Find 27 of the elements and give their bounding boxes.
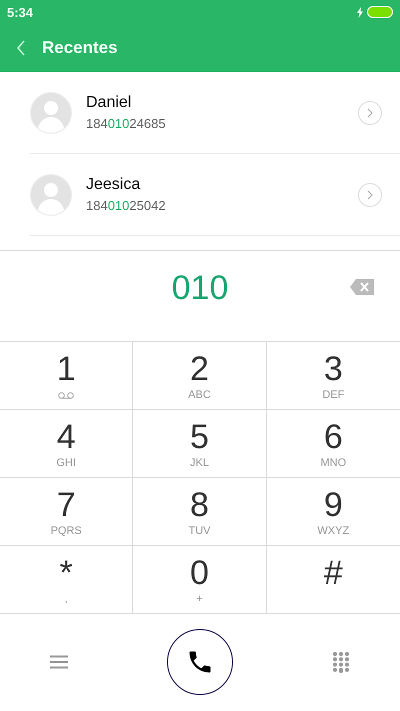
header-title: Recentes xyxy=(42,38,118,58)
battery-icon xyxy=(367,6,393,18)
chevron-icon xyxy=(367,190,373,200)
backspace-icon[interactable] xyxy=(350,279,374,295)
dial-key[interactable]: 2 ABC xyxy=(133,342,267,410)
details-button[interactable] xyxy=(358,100,382,124)
details-button[interactable] xyxy=(358,182,382,206)
dialed-number: 010 xyxy=(172,268,228,308)
dial-key[interactable]: 7 PQRS xyxy=(0,478,134,546)
dial-key[interactable]: 5 JKL xyxy=(133,410,267,478)
contact-name: Daniel xyxy=(86,94,132,112)
avatar-icon xyxy=(30,174,72,216)
voicemail-icon xyxy=(58,392,74,399)
dialpad-icon[interactable] xyxy=(332,650,350,672)
contact-number: 18401025042 xyxy=(86,198,167,213)
contact-name: Jeesica xyxy=(86,176,142,194)
dial-key[interactable]: 8 TUV xyxy=(133,478,267,546)
avatar-icon xyxy=(30,92,72,134)
back-icon[interactable] xyxy=(16,40,26,56)
status-time: 5:34 xyxy=(7,4,34,20)
dial-key[interactable]: 1 xyxy=(0,342,134,410)
dial-key[interactable]: 4 GHI xyxy=(0,410,134,478)
dial-key[interactable]: 0 + xyxy=(133,546,267,614)
chevron-icon xyxy=(367,108,373,118)
menu-icon[interactable] xyxy=(50,654,68,668)
dial-key[interactable]: * , xyxy=(0,546,134,614)
contact-number: 18401024685 xyxy=(86,116,167,131)
